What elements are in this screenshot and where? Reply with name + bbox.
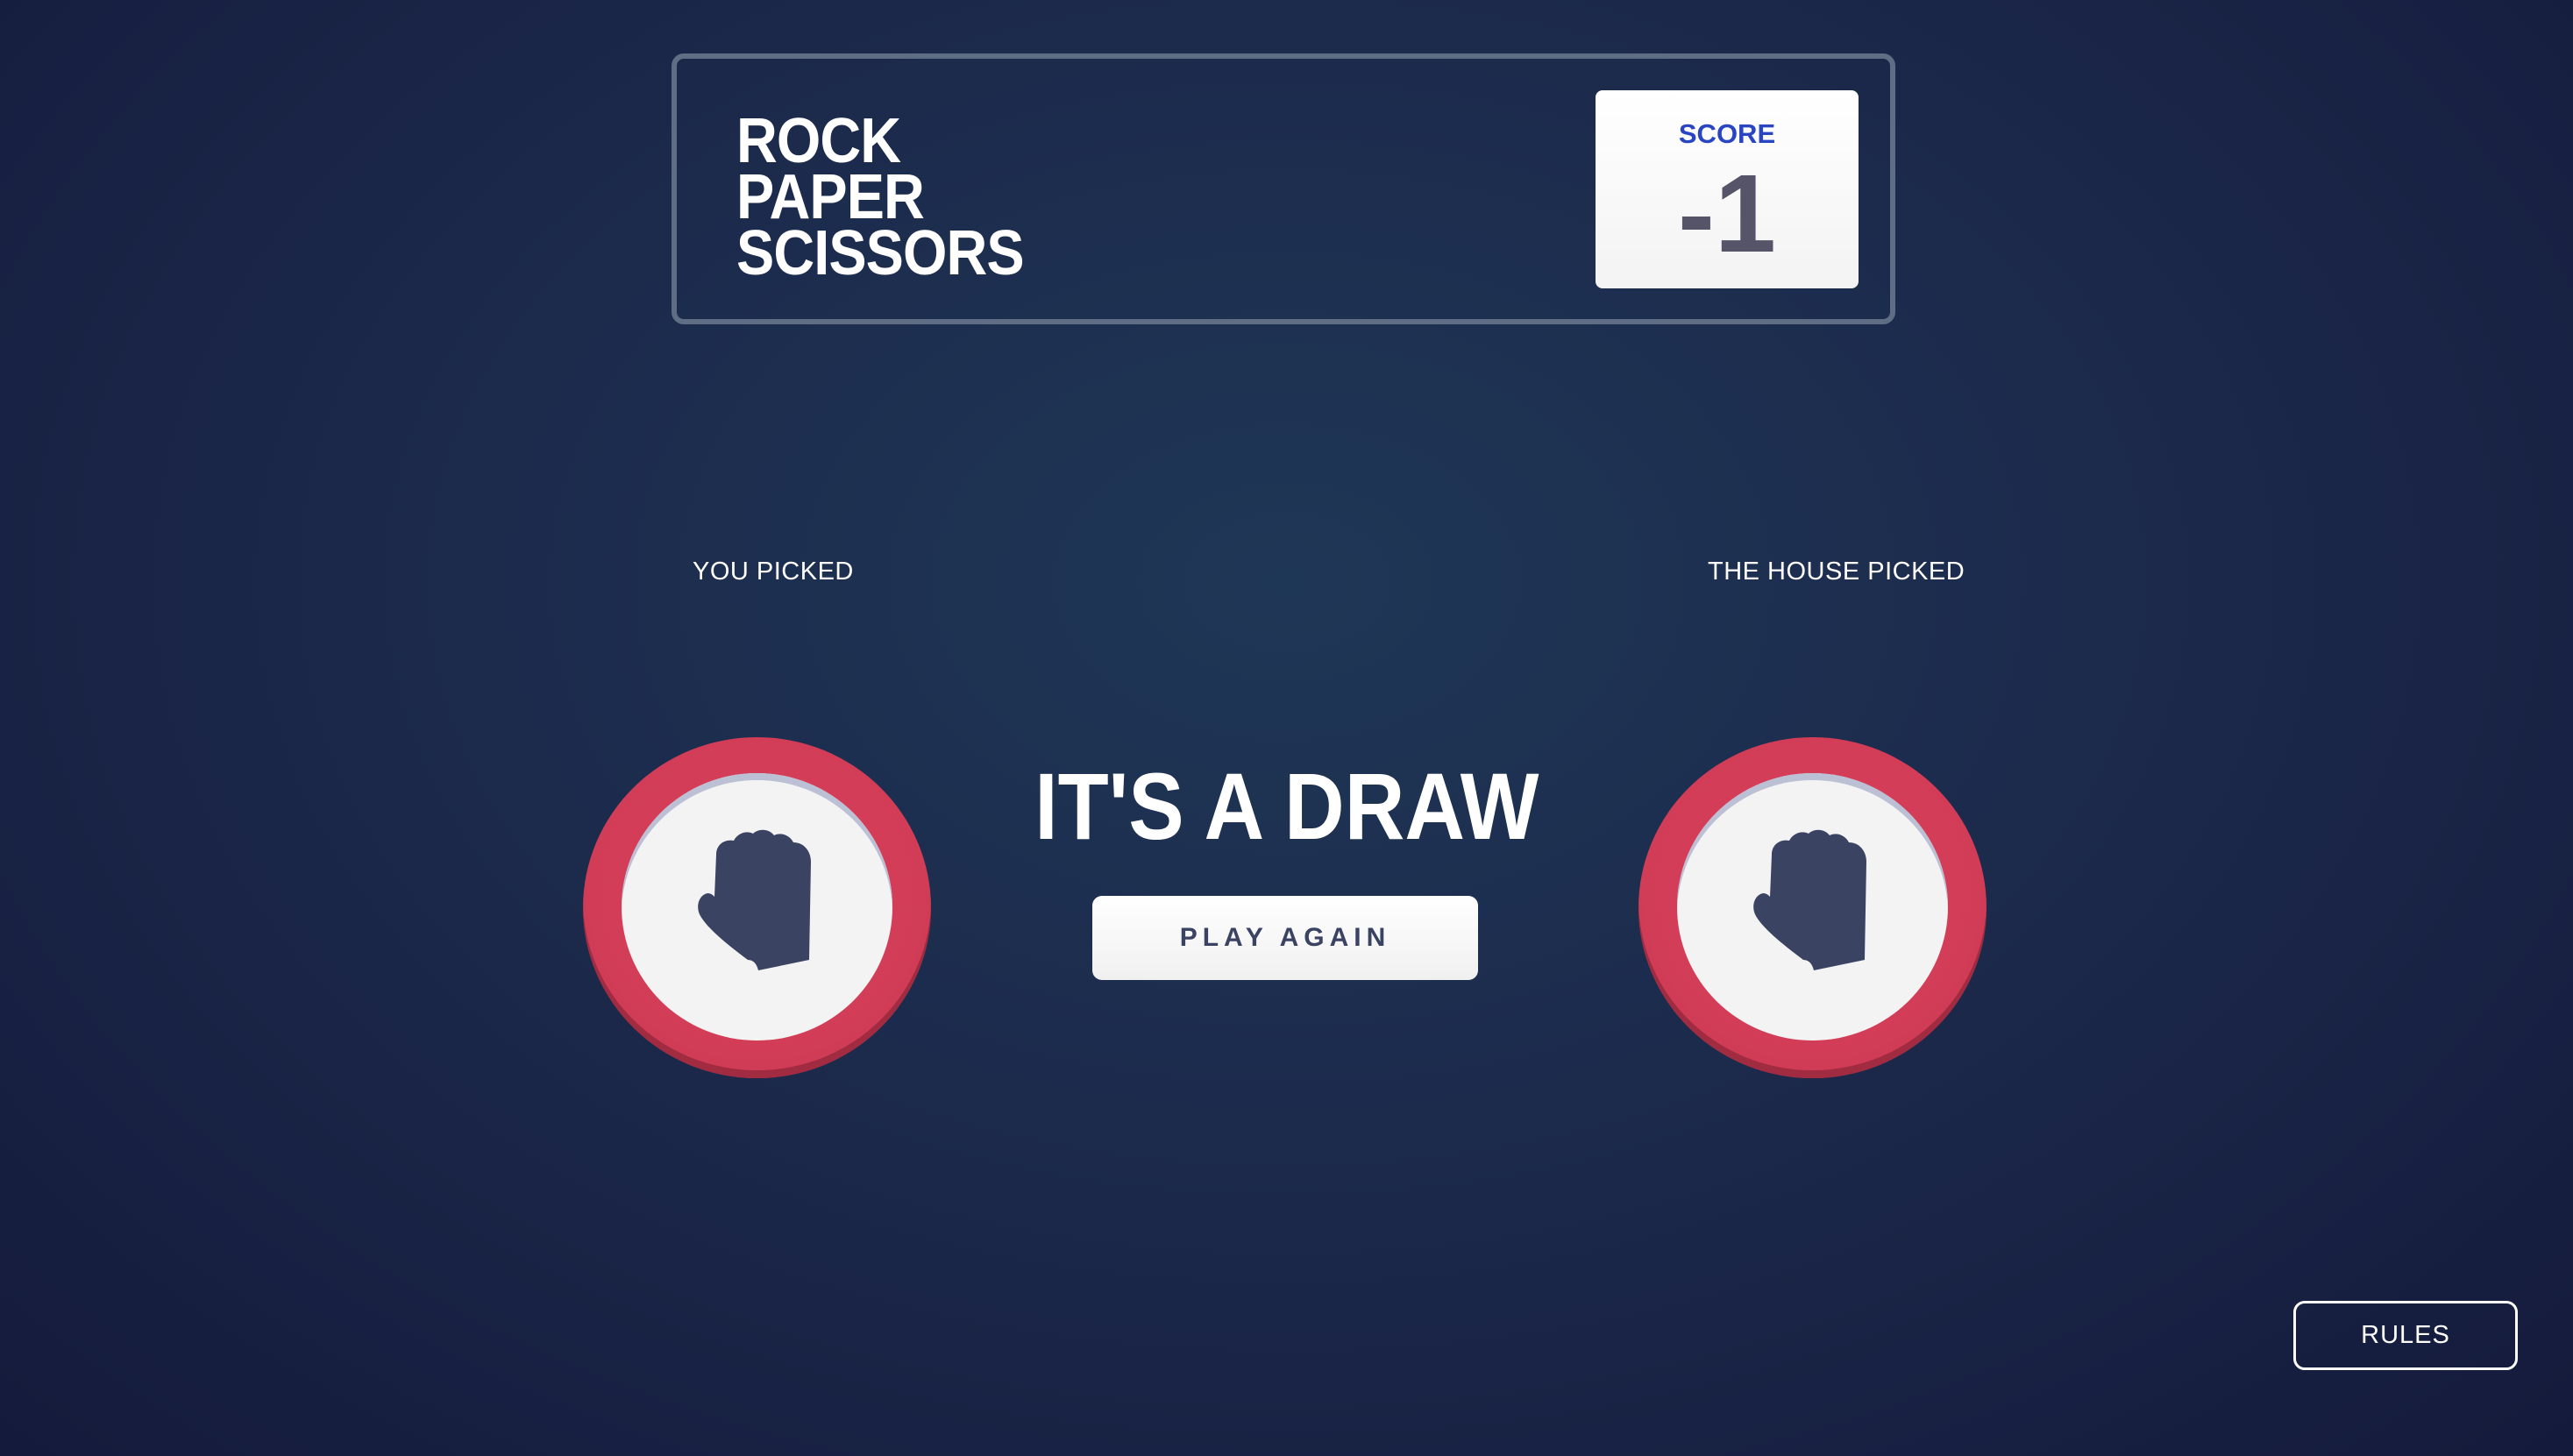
result-text-label: IT'S A DRAW — [1034, 753, 1539, 859]
you-picked-label: YOU PICKED — [693, 558, 854, 586]
rock-fist-icon — [1752, 829, 1866, 970]
house-rock-token — [1638, 737, 1987, 1078]
title-line-rock: ROCK — [736, 106, 901, 176]
rules-button[interactable]: RULES — [2293, 1301, 2518, 1370]
game-header: ROCK PAPER SCISSORS SCORE -1 — [672, 53, 1895, 324]
title-line-paper: PAPER — [736, 162, 925, 232]
house-picked-label: THE HOUSE PICKED — [1708, 558, 1965, 586]
score-box: SCORE -1 — [1596, 90, 1859, 288]
game-title: ROCK PAPER SCISSORS — [736, 106, 1055, 288]
score-label: SCORE — [1678, 118, 1776, 149]
result-text: IT'S A DRAW — [964, 756, 1609, 856]
player-rock-token — [583, 737, 931, 1078]
player-token-face — [622, 773, 892, 1041]
house-token-face — [1677, 773, 1948, 1041]
title-line-scissors: SCISSORS — [736, 218, 1025, 288]
rock-fist-icon — [697, 829, 811, 970]
score-value: -1 — [1677, 152, 1777, 275]
play-again-button[interactable]: PLAY AGAIN — [1092, 896, 1478, 980]
